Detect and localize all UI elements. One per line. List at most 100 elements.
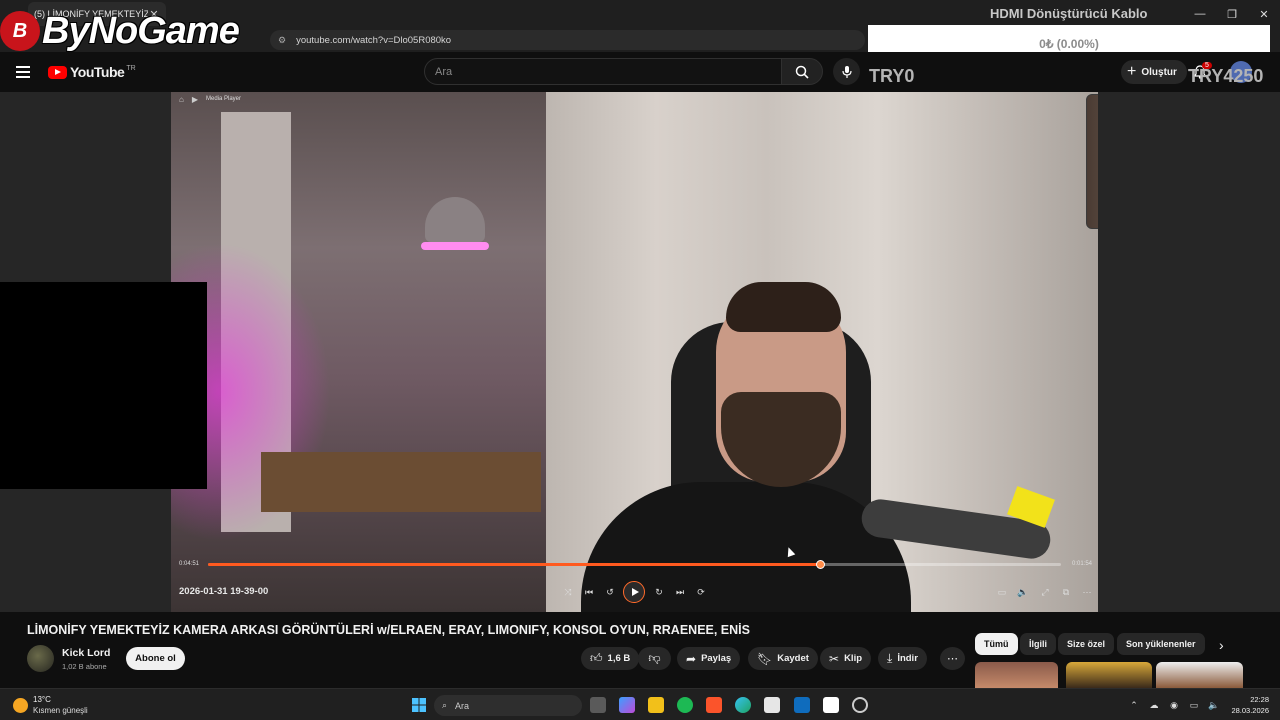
related-thumbnail[interactable] [1156, 662, 1243, 688]
tray-expand-icon[interactable]: ⌃ [1124, 700, 1144, 711]
clip-label: Klip [844, 653, 863, 664]
miniplayer-icon[interactable]: ▭ [994, 584, 1010, 600]
watermark: B ByNoGame [0, 8, 240, 54]
share-icon: ➦ [686, 651, 697, 666]
download-label: İndir [897, 653, 918, 664]
forward-icon[interactable]: ↻ [651, 584, 667, 600]
more-options-icon[interactable]: ⋯ [1079, 584, 1095, 600]
window-controls: — ❐ ✕ [1184, 0, 1280, 28]
share-label: Paylaş [701, 653, 732, 664]
search-input[interactable]: Ara [424, 58, 782, 85]
rewind-icon[interactable]: ↺ [602, 584, 618, 600]
copilot-icon[interactable] [619, 697, 635, 713]
previous-icon[interactable]: ⏮ [581, 584, 597, 600]
speaker-icon[interactable]: 🔈 [1204, 700, 1224, 711]
subscribe-button[interactable]: Abone ol [126, 647, 185, 670]
voice-search-button[interactable] [833, 58, 860, 85]
save-button[interactable]: 🔖︎ Kaydet [748, 647, 818, 670]
taskbar-search[interactable]: ⌕ Ara [434, 695, 582, 716]
chevron-right-icon[interactable]: › [1219, 637, 1224, 653]
windows-start-icon[interactable] [411, 697, 427, 713]
watermark-logo-icon: B [0, 11, 40, 51]
like-button[interactable]: 👍︎ 1,6 B [581, 647, 640, 670]
media-player-breadcrumb: ⌂ ▶ Media Player [171, 92, 241, 106]
play-button[interactable] [623, 581, 645, 603]
youtube-logo[interactable]: YouTube TR [48, 64, 136, 80]
save-label: Kaydet [777, 653, 809, 664]
media-player-label: Media Player [206, 96, 242, 102]
video-player[interactable]: ⌂ ▶ Media Player 0:04:51 0:01:54 2026-01… [0, 92, 1280, 612]
edge-icon[interactable] [735, 697, 751, 713]
seek-bar[interactable] [208, 560, 1061, 569]
time-current: 0:04:51 [179, 561, 200, 567]
recording-timestamp: 2026-01-31 19-39-00 [179, 586, 269, 597]
app-icon[interactable] [823, 697, 839, 713]
shuffle-icon[interactable]: ⤨ [560, 584, 576, 600]
redaction-box [0, 282, 207, 489]
volume-icon[interactable]: 🔈 [1015, 584, 1031, 600]
repeat-icon[interactable]: ⟳ [693, 584, 709, 600]
address-bar[interactable]: ⚙ youtube.com/watch?v=Dlo05R080ko [270, 30, 865, 50]
watermark-text: ByNoGame [42, 9, 240, 52]
battery-icon[interactable]: ▭ [1184, 700, 1204, 711]
youtube-play-icon [48, 65, 67, 79]
related-thumbnail[interactable] [975, 662, 1058, 688]
next-icon[interactable]: ⏭ [672, 584, 688, 600]
onedrive-icon[interactable]: ☁ [1144, 700, 1164, 711]
plus-icon: + [1127, 63, 1137, 80]
country-code: TR [126, 64, 136, 72]
weather-description[interactable]: Kısmen güneşli [33, 706, 88, 715]
clock-date: 28.03.2026 [1231, 706, 1269, 715]
task-view-icon[interactable] [590, 697, 606, 713]
chip-for-you[interactable]: Size özel [1058, 633, 1115, 655]
scene-hair [726, 282, 841, 332]
chip-recent[interactable]: Son yüklenenler [1117, 633, 1205, 655]
create-button[interactable]: + Oluştur [1121, 60, 1187, 84]
chip-all[interactable]: Tümü [975, 633, 1018, 655]
search-icon [795, 65, 809, 79]
channel-avatar[interactable] [27, 645, 54, 672]
search-button[interactable] [781, 58, 823, 85]
mail-icon[interactable] [794, 697, 810, 713]
search-placeholder: Ara [435, 65, 453, 78]
download-button[interactable]: ⤓ İndir [878, 647, 927, 670]
fullscreen-icon[interactable]: ⤢ [1037, 584, 1053, 600]
currency-overlay-right: TRY4250 [1188, 66, 1264, 86]
download-icon: ⤓ [887, 651, 893, 665]
like-count: 1,6 B [607, 653, 631, 664]
menu-icon[interactable] [16, 66, 30, 78]
spotify-icon[interactable] [677, 697, 693, 713]
chip-related[interactable]: İlgili [1020, 633, 1056, 655]
maximize-icon[interactable]: ❐ [1216, 0, 1248, 28]
minimize-icon[interactable]: — [1184, 0, 1216, 28]
weather-temperature[interactable]: 13°C [33, 695, 51, 704]
currency-overlay-left: TRY0 [869, 66, 915, 86]
brave-browser-icon[interactable] [706, 697, 722, 713]
create-label: Oluştur [1141, 66, 1177, 78]
video-frame[interactable] [171, 92, 1098, 612]
player-controls: 2026-01-31 19-39-00 ⤨ ⏮ ↺ ↻ ⏭ ⟳ ▭ 🔈 ⤢ ⧉ … [171, 578, 1098, 606]
settings-icon[interactable] [852, 697, 868, 713]
overlay-title: HDMI Dönüştürücü Kablo [990, 6, 1148, 21]
seek-bar-thumb[interactable] [816, 560, 826, 569]
home-icon[interactable]: ⌂ [179, 95, 184, 104]
thumbs-up-icon: 👍︎ [590, 651, 603, 665]
share-button[interactable]: ➦ Paylaş [677, 647, 741, 670]
clip-button[interactable]: ✂ Klip [820, 647, 872, 670]
more-actions-button[interactable]: ⋯ [940, 647, 965, 670]
scene-lamp-glow [421, 242, 489, 250]
wifi-icon[interactable]: ◉ [1164, 700, 1184, 711]
cast-icon[interactable]: ⧉ [1058, 584, 1074, 600]
weather-sun-icon[interactable] [13, 698, 28, 713]
close-window-icon[interactable]: ✕ [1248, 0, 1280, 28]
site-info-icon[interactable]: ⚙ [278, 35, 286, 46]
seek-bar-fill [208, 563, 821, 566]
taskbar-clock[interactable]: 22:28 28.03.2026 [1225, 694, 1269, 716]
channel-name[interactable]: Kick Lord [62, 647, 110, 659]
dislike-button[interactable]: 👎︎ [638, 647, 671, 670]
store-icon[interactable] [764, 697, 780, 713]
related-thumbnail[interactable] [1066, 662, 1152, 688]
media-player-icon: ▶ [191, 94, 198, 104]
youtube-header: YouTube TR Ara TRY0 + Oluştur 5 TRY4250 [0, 52, 1280, 92]
file-explorer-icon[interactable] [648, 697, 664, 713]
